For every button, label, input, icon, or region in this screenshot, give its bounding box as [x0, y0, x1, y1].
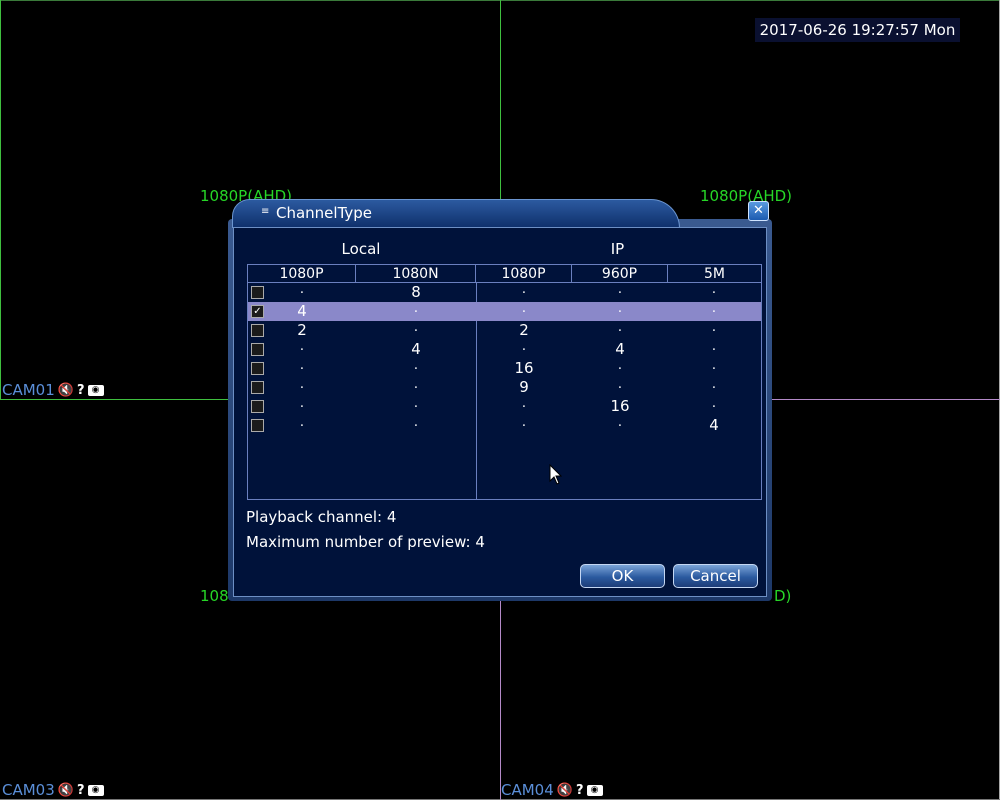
- table-row[interactable]: . 8...: [248, 283, 761, 302]
- group-header-ip: IP: [610, 240, 625, 258]
- table-cell: .: [413, 320, 419, 335]
- table-cell: 9: [519, 378, 529, 396]
- question-icon[interactable]: ?: [576, 783, 584, 798]
- speaker-muted-icon[interactable]: 🔇: [557, 783, 573, 798]
- ok-button[interactable]: OK: [580, 564, 665, 588]
- table-cell: .: [711, 282, 717, 297]
- table-row[interactable]: ✓ 4....: [248, 302, 761, 321]
- row-checkbox[interactable]: [251, 324, 264, 337]
- row-checkbox[interactable]: [251, 381, 264, 394]
- cam-name: CAM01: [2, 381, 55, 399]
- dialog-title-bar[interactable]: ≡ ChannelType: [232, 199, 680, 228]
- dialog-title: ChannelType: [276, 204, 373, 222]
- close-button[interactable]: ✕: [748, 201, 769, 221]
- table-row[interactable]: .. 9..: [248, 378, 761, 397]
- table-cell: 4: [411, 340, 421, 358]
- resolution-label-cam04: D): [774, 587, 792, 605]
- table-row[interactable]: 2. 2..: [248, 321, 761, 340]
- cam04-label: CAM04 🔇 ? ◉: [501, 781, 603, 799]
- table-cell: .: [413, 377, 419, 392]
- table-cell: .: [617, 358, 623, 373]
- table-cell: .: [711, 301, 717, 316]
- cam01-label: CAM01 🔇 ? ◉: [2, 381, 104, 399]
- table-cell: .: [711, 377, 717, 392]
- camera-icon[interactable]: ◉: [586, 784, 603, 796]
- question-icon[interactable]: ?: [77, 783, 85, 798]
- channel-type-icon: ≡: [261, 206, 270, 217]
- table-cell: .: [299, 339, 305, 354]
- table-cell: .: [299, 282, 305, 297]
- channel-type-dialog: ≡ ChannelType ✕ Local IP 1080P 1080N 108…: [228, 197, 772, 601]
- row-checkbox[interactable]: [251, 400, 264, 413]
- cam03-label: CAM03 🔇 ? ◉: [2, 781, 104, 799]
- table-cell: .: [521, 339, 527, 354]
- table-row[interactable]: ... 16.: [248, 397, 761, 416]
- column-header: 960P: [572, 265, 668, 283]
- table-cell: 16: [610, 397, 630, 415]
- table-cell: .: [413, 358, 419, 373]
- table-cell: .: [299, 377, 305, 392]
- table-cell: .: [617, 282, 623, 297]
- table-cell: .: [711, 320, 717, 335]
- datetime-display: 2017-06-26 19:27:57 Mon: [755, 18, 960, 42]
- column-header: 1080P: [476, 265, 572, 283]
- table-row[interactable]: . 4. 4.: [248, 340, 761, 359]
- cam-name: CAM03: [2, 781, 55, 799]
- resolution-label-cam03: 108: [200, 587, 229, 605]
- speaker-muted-icon[interactable]: 🔇: [58, 783, 74, 798]
- close-icon: ✕: [753, 203, 764, 218]
- table-cell: 4: [615, 340, 625, 358]
- column-header: 1080N: [356, 265, 476, 283]
- table-cell: .: [299, 358, 305, 373]
- table-cell: .: [521, 301, 527, 316]
- row-checkbox[interactable]: [251, 419, 264, 432]
- dialog-body: Local IP 1080P 1080N 1080P 960P 5M . 8...…: [233, 227, 767, 597]
- table-cell: .: [299, 415, 305, 430]
- max-preview-text: Maximum number of preview: 4: [246, 533, 485, 551]
- camera-icon[interactable]: ◉: [87, 784, 104, 796]
- table-cell: .: [711, 339, 717, 354]
- table-cell: 2: [519, 321, 529, 339]
- table-cell: .: [413, 415, 419, 430]
- mouse-cursor-icon: [549, 464, 563, 485]
- row-checkbox[interactable]: [251, 362, 264, 375]
- table-cell: .: [299, 396, 305, 411]
- row-checkbox[interactable]: [251, 286, 264, 299]
- table-cell: .: [521, 396, 527, 411]
- table-cell: .: [413, 301, 419, 316]
- row-checkbox[interactable]: [251, 343, 264, 356]
- cam-name: CAM04: [501, 781, 554, 799]
- channel-table: 1080P 1080N 1080P 960P 5M . 8... ✓ 4.... 2. 2…: [247, 264, 762, 500]
- table-cell: 2: [297, 321, 307, 339]
- table-cell: 16: [514, 359, 534, 377]
- row-checkbox[interactable]: ✓: [251, 305, 264, 318]
- table-cell: 4: [709, 416, 719, 434]
- table-cell: .: [617, 377, 623, 392]
- table-cell: .: [617, 301, 623, 316]
- column-header: 5M: [668, 265, 761, 283]
- frame-left-border: [0, 0, 1, 400]
- table-cell: .: [521, 415, 527, 430]
- table-row[interactable]: .. 16..: [248, 359, 761, 378]
- table-cell: 4: [297, 302, 307, 320]
- table-row[interactable]: .... 4: [248, 416, 761, 435]
- speaker-muted-icon[interactable]: 🔇: [58, 383, 74, 398]
- table-cell: .: [711, 358, 717, 373]
- question-icon[interactable]: ?: [77, 383, 85, 398]
- column-header: 1080P: [248, 265, 356, 283]
- table-cell: .: [413, 396, 419, 411]
- table-cell: .: [521, 282, 527, 297]
- playback-channel-text: Playback channel: 4: [246, 508, 397, 526]
- camera-icon[interactable]: ◉: [87, 384, 104, 396]
- group-header-local: Local: [341, 240, 381, 258]
- cancel-button[interactable]: Cancel: [673, 564, 758, 588]
- table-cell: .: [617, 320, 623, 335]
- table-cell: 8: [411, 283, 421, 301]
- table-cell: .: [711, 396, 717, 411]
- table-cell: .: [617, 415, 623, 430]
